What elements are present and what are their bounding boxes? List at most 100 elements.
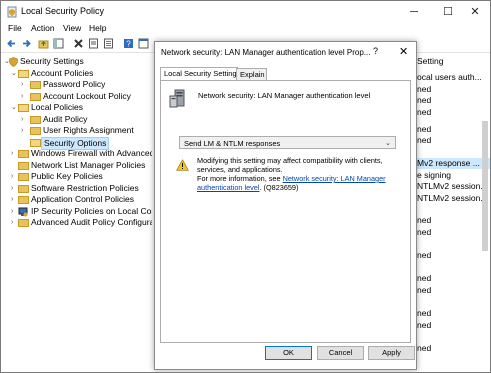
column-header-setting[interactable]: Setting [417, 56, 443, 67]
tree-label: Security Settings [20, 56, 84, 66]
properties-dialog: Network security: LAN Manager authentica… [154, 41, 417, 370]
security-policy-app-icon [7, 6, 17, 18]
expander-icon[interactable]: › [11, 171, 18, 182]
policy-row[interactable]: NTLMv2 session... [417, 193, 487, 204]
expander-icon[interactable]: › [11, 217, 18, 228]
folder-icon [18, 219, 29, 227]
svg-text:?: ? [126, 40, 131, 49]
dialog-title: Network security: LAN Manager authentica… [161, 48, 371, 57]
maximize-button[interactable]: ☐ [437, 4, 459, 20]
policy-row[interactable]: ned [417, 215, 431, 226]
window-title: Local Security Policy [21, 6, 105, 16]
minimize-button[interactable]: ─ [403, 4, 425, 20]
tab-local-security-setting[interactable]: Local Security Setting [160, 67, 238, 81]
expander-icon[interactable]: › [11, 194, 18, 205]
expander-icon[interactable]: › [21, 91, 28, 102]
folder-icon [18, 185, 29, 193]
expander-icon[interactable]: › [21, 79, 28, 90]
forward-arrow-icon[interactable] [21, 38, 32, 49]
expander-icon[interactable]: › [11, 148, 18, 159]
vertical-scrollbar-thumb[interactable] [482, 121, 488, 251]
tree-label: Password Policy [43, 79, 106, 89]
export-list-icon[interactable] [103, 38, 114, 49]
expander-icon[interactable]: ⌄ [11, 102, 18, 113]
dialog-close-button[interactable]: ✕ [399, 45, 408, 58]
policy-row[interactable]: ned [417, 285, 431, 296]
tree-label: Application Control Policies [31, 194, 134, 204]
warning-text: Modifying this setting may affect compat… [197, 156, 383, 174]
policy-list-pane: Setting ocal users auth... ned ned ned n… [413, 54, 490, 372]
expander-icon[interactable]: › [11, 183, 18, 194]
expander-icon[interactable]: ⌄ [11, 68, 18, 79]
tree-label: Local Policies [31, 102, 83, 112]
expander-icon[interactable]: › [11, 206, 18, 217]
security-settings-icon [9, 57, 18, 67]
folder-icon [18, 173, 29, 181]
warning-icon [176, 159, 189, 171]
expander-icon[interactable]: › [21, 114, 28, 125]
tree-label: Advanced Audit Policy Configuratio [31, 217, 152, 227]
properties-icon[interactable] [88, 38, 99, 49]
delete-icon[interactable] [73, 38, 84, 49]
tree-label: IP Security Policies on Local Comput [31, 206, 152, 216]
folder-icon [18, 196, 29, 204]
tree-label: Public Key Policies [31, 171, 103, 181]
policy-row-selected[interactable]: Mv2 response ... [413, 158, 490, 169]
tree-label: Network List Manager Policies [31, 160, 146, 170]
dialog-help-button[interactable]: ? [373, 46, 378, 56]
policy-row[interactable]: ned [417, 273, 431, 284]
help-icon[interactable]: ? [123, 38, 134, 49]
policy-row[interactable]: NTLMv2 session... [417, 181, 487, 192]
back-arrow-icon[interactable] [6, 38, 17, 49]
show-hide-tree-icon[interactable] [53, 38, 64, 49]
more-info-prefix: For more information, see [197, 174, 281, 183]
folder-icon [18, 104, 29, 112]
menu-help[interactable]: Help [89, 23, 106, 33]
tree-label: Software Restriction Policies [31, 183, 139, 193]
menu-action[interactable]: Action [31, 23, 55, 33]
cancel-button[interactable]: Cancel [317, 346, 364, 360]
policy-row[interactable]: ned [417, 227, 431, 238]
policy-row[interactable]: ned [417, 107, 431, 118]
main-window: Local Security Policy ─ ☐ ✕ File Action … [0, 0, 491, 373]
lan-manager-level-dropdown[interactable]: Send LM & NTLM responses ⌄ [179, 136, 396, 149]
folder-icon [18, 70, 29, 78]
policy-row[interactable]: ned [417, 135, 431, 146]
console-icon[interactable] [138, 38, 149, 49]
tree-label: User Rights Assignment [43, 125, 134, 135]
kb-reference: . (Q823659) [259, 183, 299, 192]
chevron-down-icon: ⌄ [385, 140, 391, 147]
tab-panel: Network security: LAN Manager authentica… [160, 80, 411, 343]
folder-icon [30, 139, 41, 147]
ok-button[interactable]: OK [265, 346, 312, 360]
navigation-tree: ⌄ Security Settings ⌄ Account Policies ›… [1, 54, 152, 372]
policy-row[interactable]: ocal users auth... [417, 72, 482, 83]
menu-file[interactable]: File [8, 23, 22, 33]
folder-icon [30, 127, 41, 135]
policy-row[interactable]: ned [417, 250, 431, 261]
policy-row[interactable]: ned [417, 124, 431, 135]
expander-icon[interactable]: › [21, 125, 28, 136]
server-policy-icon [169, 89, 185, 108]
tree-label: Account Policies [31, 68, 94, 78]
tree-label: Windows Firewall with Advanced Se [31, 148, 152, 158]
warning-message: Modifying this setting may affect compat… [197, 156, 402, 192]
policy-name: Network security: LAN Manager authentica… [198, 91, 371, 100]
apply-button[interactable]: Apply [368, 346, 415, 360]
policy-row[interactable]: e signing [417, 170, 451, 181]
tree-label: Audit Policy [43, 114, 88, 124]
folder-icon [30, 116, 41, 124]
dropdown-selected-value: Send LM & NTLM responses [184, 139, 281, 148]
tree-label: Account Lockout Policy [43, 91, 131, 101]
policy-row[interactable]: ned [417, 84, 431, 95]
policy-row[interactable]: ned [417, 343, 431, 354]
folder-icon [30, 81, 41, 89]
close-window-button[interactable]: ✕ [464, 4, 486, 20]
policy-row[interactable]: ned [417, 95, 431, 106]
up-folder-icon[interactable] [38, 38, 49, 49]
folder-icon [18, 150, 29, 158]
ip-security-icon [18, 207, 28, 217]
policy-row[interactable]: ned [417, 320, 431, 331]
menu-view[interactable]: View [63, 23, 81, 33]
policy-row[interactable]: ned [417, 308, 431, 319]
